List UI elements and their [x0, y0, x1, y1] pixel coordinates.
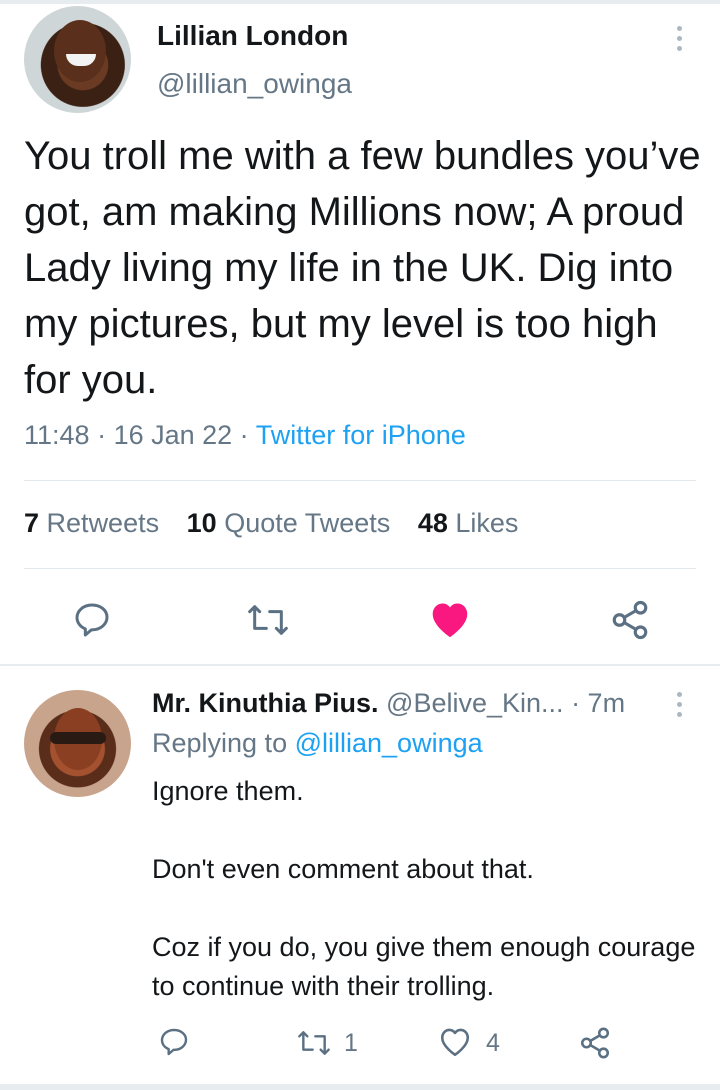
tweet-time: 11:48: [24, 420, 90, 450]
more-vertical-icon[interactable]: [677, 692, 683, 722]
retweet-icon[interactable]: [246, 600, 290, 640]
reply-author-name[interactable]: Mr. Kinuthia Pius.: [152, 688, 379, 718]
more-vertical-icon[interactable]: [677, 26, 683, 56]
top-divider: [0, 0, 720, 4]
divider: [24, 568, 696, 569]
bottom-divider: [0, 1084, 720, 1090]
tweet-stats: 7 Retweets 10 Quote Tweets 48 Likes: [24, 508, 518, 539]
reply-like-count: 4: [486, 1029, 500, 1057]
author-name[interactable]: Lillian London: [157, 20, 348, 52]
tweet-meta: 11:48 · 16 Jan 22 · Twitter for iPhone: [24, 420, 466, 450]
section-separator: [0, 664, 720, 666]
reply-icon[interactable]: [72, 600, 112, 640]
replying-to: Replying to @lillian_owinga: [152, 728, 483, 758]
tweet-date: 16 Jan 22: [113, 420, 233, 450]
retweets-stat[interactable]: 7 Retweets: [24, 508, 159, 538]
quote-tweets-stat[interactable]: 10 Quote Tweets: [187, 508, 391, 538]
reply-text: Ignore them. Don't even comment about th…: [152, 772, 702, 1006]
reply-time: · 7m: [571, 688, 626, 718]
retweet-icon[interactable]: [296, 1027, 332, 1059]
reply-header: Mr. Kinuthia Pius. @Belive_Kin... · 7m: [152, 688, 625, 719]
share-icon[interactable]: [578, 1026, 612, 1060]
likes-stat[interactable]: 48 Likes: [418, 508, 519, 538]
reply-author-avatar[interactable]: [24, 690, 131, 797]
author-avatar[interactable]: [24, 6, 131, 113]
reply-line: Don't even comment about that.: [152, 854, 534, 884]
reply-line: Ignore them.: [152, 776, 304, 806]
tweet-source[interactable]: Twitter for iPhone: [256, 420, 466, 450]
reply-retweet-count: 1: [344, 1029, 358, 1057]
heart-icon[interactable]: [438, 1026, 472, 1058]
reply-line: Coz if you do, you give them enough cour…: [152, 932, 696, 1001]
share-icon[interactable]: [609, 599, 651, 641]
author-handle[interactable]: @lillian_owinga: [157, 68, 352, 100]
heart-icon[interactable]: [428, 599, 472, 639]
replying-to-handle[interactable]: @lillian_owinga: [295, 728, 483, 758]
divider: [24, 480, 696, 481]
reply-author-handle[interactable]: @Belive_Kin...: [386, 688, 564, 718]
tweet-text: You troll me with a few bundles you’ve g…: [24, 134, 701, 402]
reply-icon[interactable]: [158, 1026, 190, 1058]
